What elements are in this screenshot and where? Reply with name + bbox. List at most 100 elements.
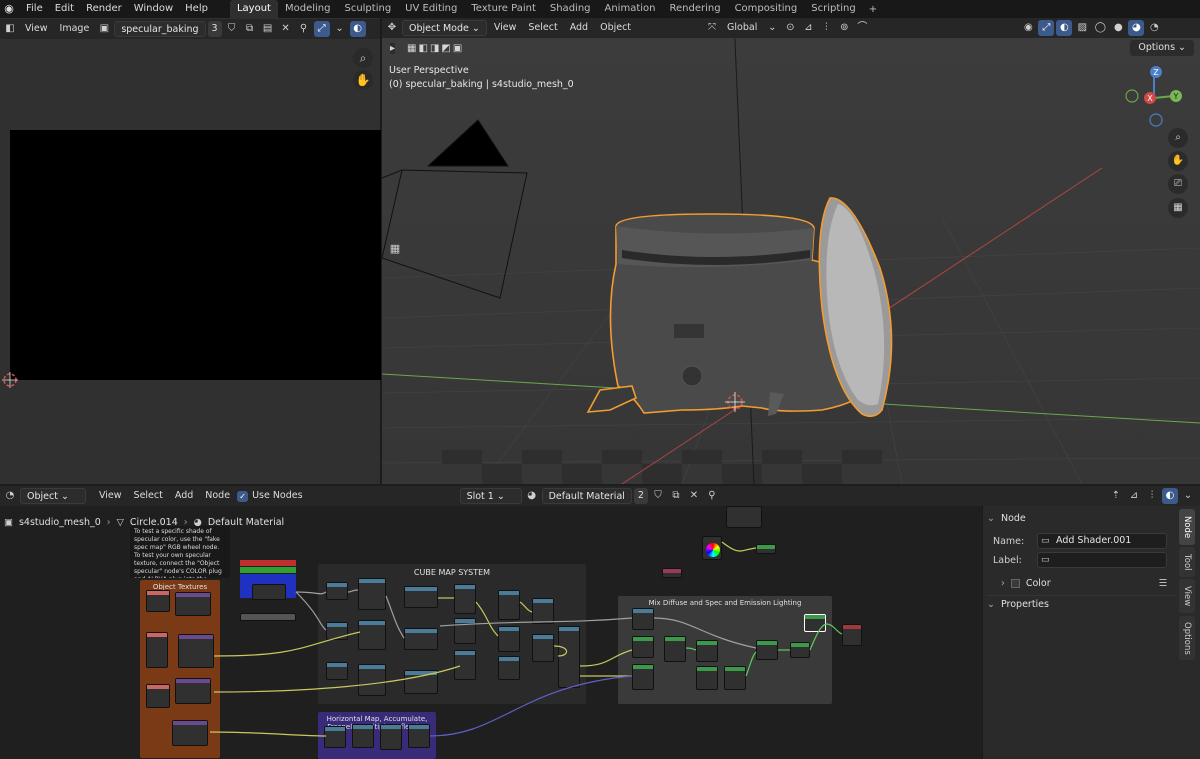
mix-node[interactable] [696, 640, 718, 662]
orientation-icon[interactable]: ⤧ [704, 20, 720, 36]
select-extend-icon[interactable]: ◧ [418, 43, 427, 54]
pin-icon[interactable]: ⚲ [296, 21, 312, 37]
chevron-down-icon[interactable]: ⌄ [1180, 488, 1196, 504]
tool-cursor-icon[interactable]: ▸ [390, 42, 396, 54]
add-workspace-button[interactable]: + [863, 4, 883, 15]
material-shading-icon[interactable]: ◕ [1128, 20, 1145, 36]
node-editor-canvas[interactable]: ▣ s4studio_mesh_0 › ▽ Circle.014 › ◕ Def… [0, 506, 982, 759]
node-name-field[interactable]: Add Shader.001 [1037, 533, 1167, 549]
mix-node[interactable] [664, 636, 686, 662]
cube-node[interactable] [404, 586, 438, 608]
tab-uv-editing[interactable]: UV Editing [398, 0, 464, 18]
material-name-field[interactable]: Default Material [541, 488, 632, 504]
select-invert-icon[interactable]: ◩ [441, 43, 450, 54]
cube-node[interactable] [498, 626, 520, 652]
fake-user-shield-icon[interactable]: ⛉ [650, 488, 666, 504]
uv-sync-icon[interactable]: ⤢ [313, 21, 330, 37]
reflection-node[interactable] [380, 724, 402, 750]
zoom-icon[interactable]: ⌕ [1168, 128, 1188, 148]
cube-node[interactable] [326, 582, 348, 600]
mix-node[interactable] [790, 642, 810, 658]
cube-node[interactable] [358, 620, 386, 650]
tab-compositing[interactable]: Compositing [728, 0, 805, 18]
visibility-icon[interactable]: ◉ [1020, 20, 1036, 36]
node-panel-header[interactable]: ⌄ Node [987, 509, 1177, 527]
chevron-down-icon[interactable]: ⌄ [332, 21, 348, 37]
viewport-menu-object[interactable]: Object [595, 20, 636, 36]
breadcrumb-mesh[interactable]: s4studio_mesh_0 [19, 517, 101, 528]
viewport-menu-select[interactable]: Select [523, 20, 562, 36]
node-label-field[interactable] [1037, 552, 1167, 568]
image-name-field[interactable]: specular_baking [114, 21, 206, 37]
floating-node[interactable] [726, 506, 762, 528]
open-folder-icon[interactable]: ▤ [260, 21, 276, 37]
sidebar-toggle-icon[interactable]: ▦ [388, 242, 402, 256]
rendered-shading-icon[interactable]: ◔ [1146, 20, 1162, 36]
floating-node[interactable] [756, 544, 776, 554]
pivot-icon[interactable]: ⊙ [782, 20, 798, 36]
snap-target-icon[interactable]: ⫶ [818, 20, 834, 36]
texture-node[interactable] [146, 590, 170, 612]
texture-node[interactable] [178, 634, 214, 668]
xray-icon[interactable]: ▨ [1074, 20, 1090, 36]
select-intersect-icon[interactable]: ▣ [453, 43, 462, 54]
proportional-edit-icon[interactable]: ⊚ [836, 20, 852, 36]
tab-scripting[interactable]: Scripting [804, 0, 862, 18]
editor-type-icon[interactable]: ✥ [384, 20, 400, 36]
properties-panel-header[interactable]: ⌄ Properties [987, 595, 1177, 613]
reflection-node[interactable] [352, 724, 374, 748]
cube-node[interactable] [358, 664, 386, 696]
cube-node[interactable] [532, 634, 554, 662]
parent-icon[interactable]: ⇡ [1108, 488, 1124, 504]
snap-icon[interactable]: ⊿ [800, 20, 816, 36]
reflection-node[interactable] [408, 724, 430, 748]
pin-icon[interactable]: ⚲ [704, 488, 720, 504]
floating-node[interactable] [662, 568, 682, 578]
node-menu-select[interactable]: Select [129, 488, 168, 504]
editor-type-icon[interactable]: ◧ [2, 21, 18, 37]
tab-texture-paint[interactable]: Texture Paint [464, 0, 543, 18]
use-nodes-checkbox[interactable]: ✓ [237, 490, 249, 502]
cube-node[interactable] [454, 618, 476, 644]
tab-modeling[interactable]: Modeling [278, 0, 338, 18]
image-users-count[interactable]: 3 [207, 21, 222, 37]
mix-node[interactable] [696, 666, 718, 690]
select-subtract-icon[interactable]: ◨ [430, 43, 439, 54]
cube-node[interactable] [326, 622, 348, 640]
texture-node[interactable] [172, 720, 208, 746]
cube-node[interactable] [454, 584, 476, 614]
add-shader-node-selected[interactable] [804, 614, 826, 632]
cube-node[interactable] [558, 626, 580, 688]
color-checkbox[interactable] [1010, 578, 1020, 588]
green-channel-node[interactable] [240, 567, 296, 573]
snap-icon[interactable]: ⊿ [1126, 488, 1142, 504]
tab-rendering[interactable]: Rendering [662, 0, 727, 18]
slot-selector[interactable]: Slot 1 ⌄ [459, 488, 522, 504]
material-output-node[interactable] [842, 624, 862, 646]
node-menu-view[interactable]: View [94, 488, 127, 504]
note-frame[interactable]: To test a specific shade of specular col… [130, 526, 230, 578]
snap-mode-icon[interactable]: ⫶ [1144, 488, 1160, 504]
navigation-gizmo[interactable]: Z X Y [1122, 64, 1192, 128]
options-button[interactable]: Options ⌄ [1130, 40, 1194, 56]
select-new-icon[interactable]: ▦ [407, 43, 416, 54]
color-wheel-node[interactable] [702, 536, 722, 560]
menu-window[interactable]: Window [128, 0, 179, 18]
menu-help[interactable]: Help [179, 0, 214, 18]
texture-node[interactable] [146, 632, 168, 668]
image-menu-view[interactable]: View [20, 21, 53, 37]
camera-view-icon[interactable]: ⎚ [1168, 174, 1188, 194]
shader-type-selector[interactable]: Object ⌄ [20, 488, 86, 504]
mode-selector[interactable]: Object Mode ⌄ [402, 20, 487, 36]
cube-node[interactable] [326, 662, 348, 680]
editor-type-icon[interactable]: ◔ [2, 488, 18, 504]
reflection-node[interactable] [324, 726, 346, 748]
duplicate-icon[interactable]: ⧉ [242, 21, 258, 37]
grid-perspective-icon[interactable]: ▦ [1168, 198, 1188, 218]
tab-sculpting[interactable]: Sculpting [337, 0, 398, 18]
blender-logo-icon[interactable]: ◉ [2, 2, 16, 16]
cube-node[interactable] [404, 670, 438, 694]
chevron-down-icon[interactable]: ⌄ [764, 20, 780, 36]
overlay-icon[interactable]: ◐ [349, 21, 366, 37]
wireframe-shading-icon[interactable]: ◯ [1092, 20, 1108, 36]
